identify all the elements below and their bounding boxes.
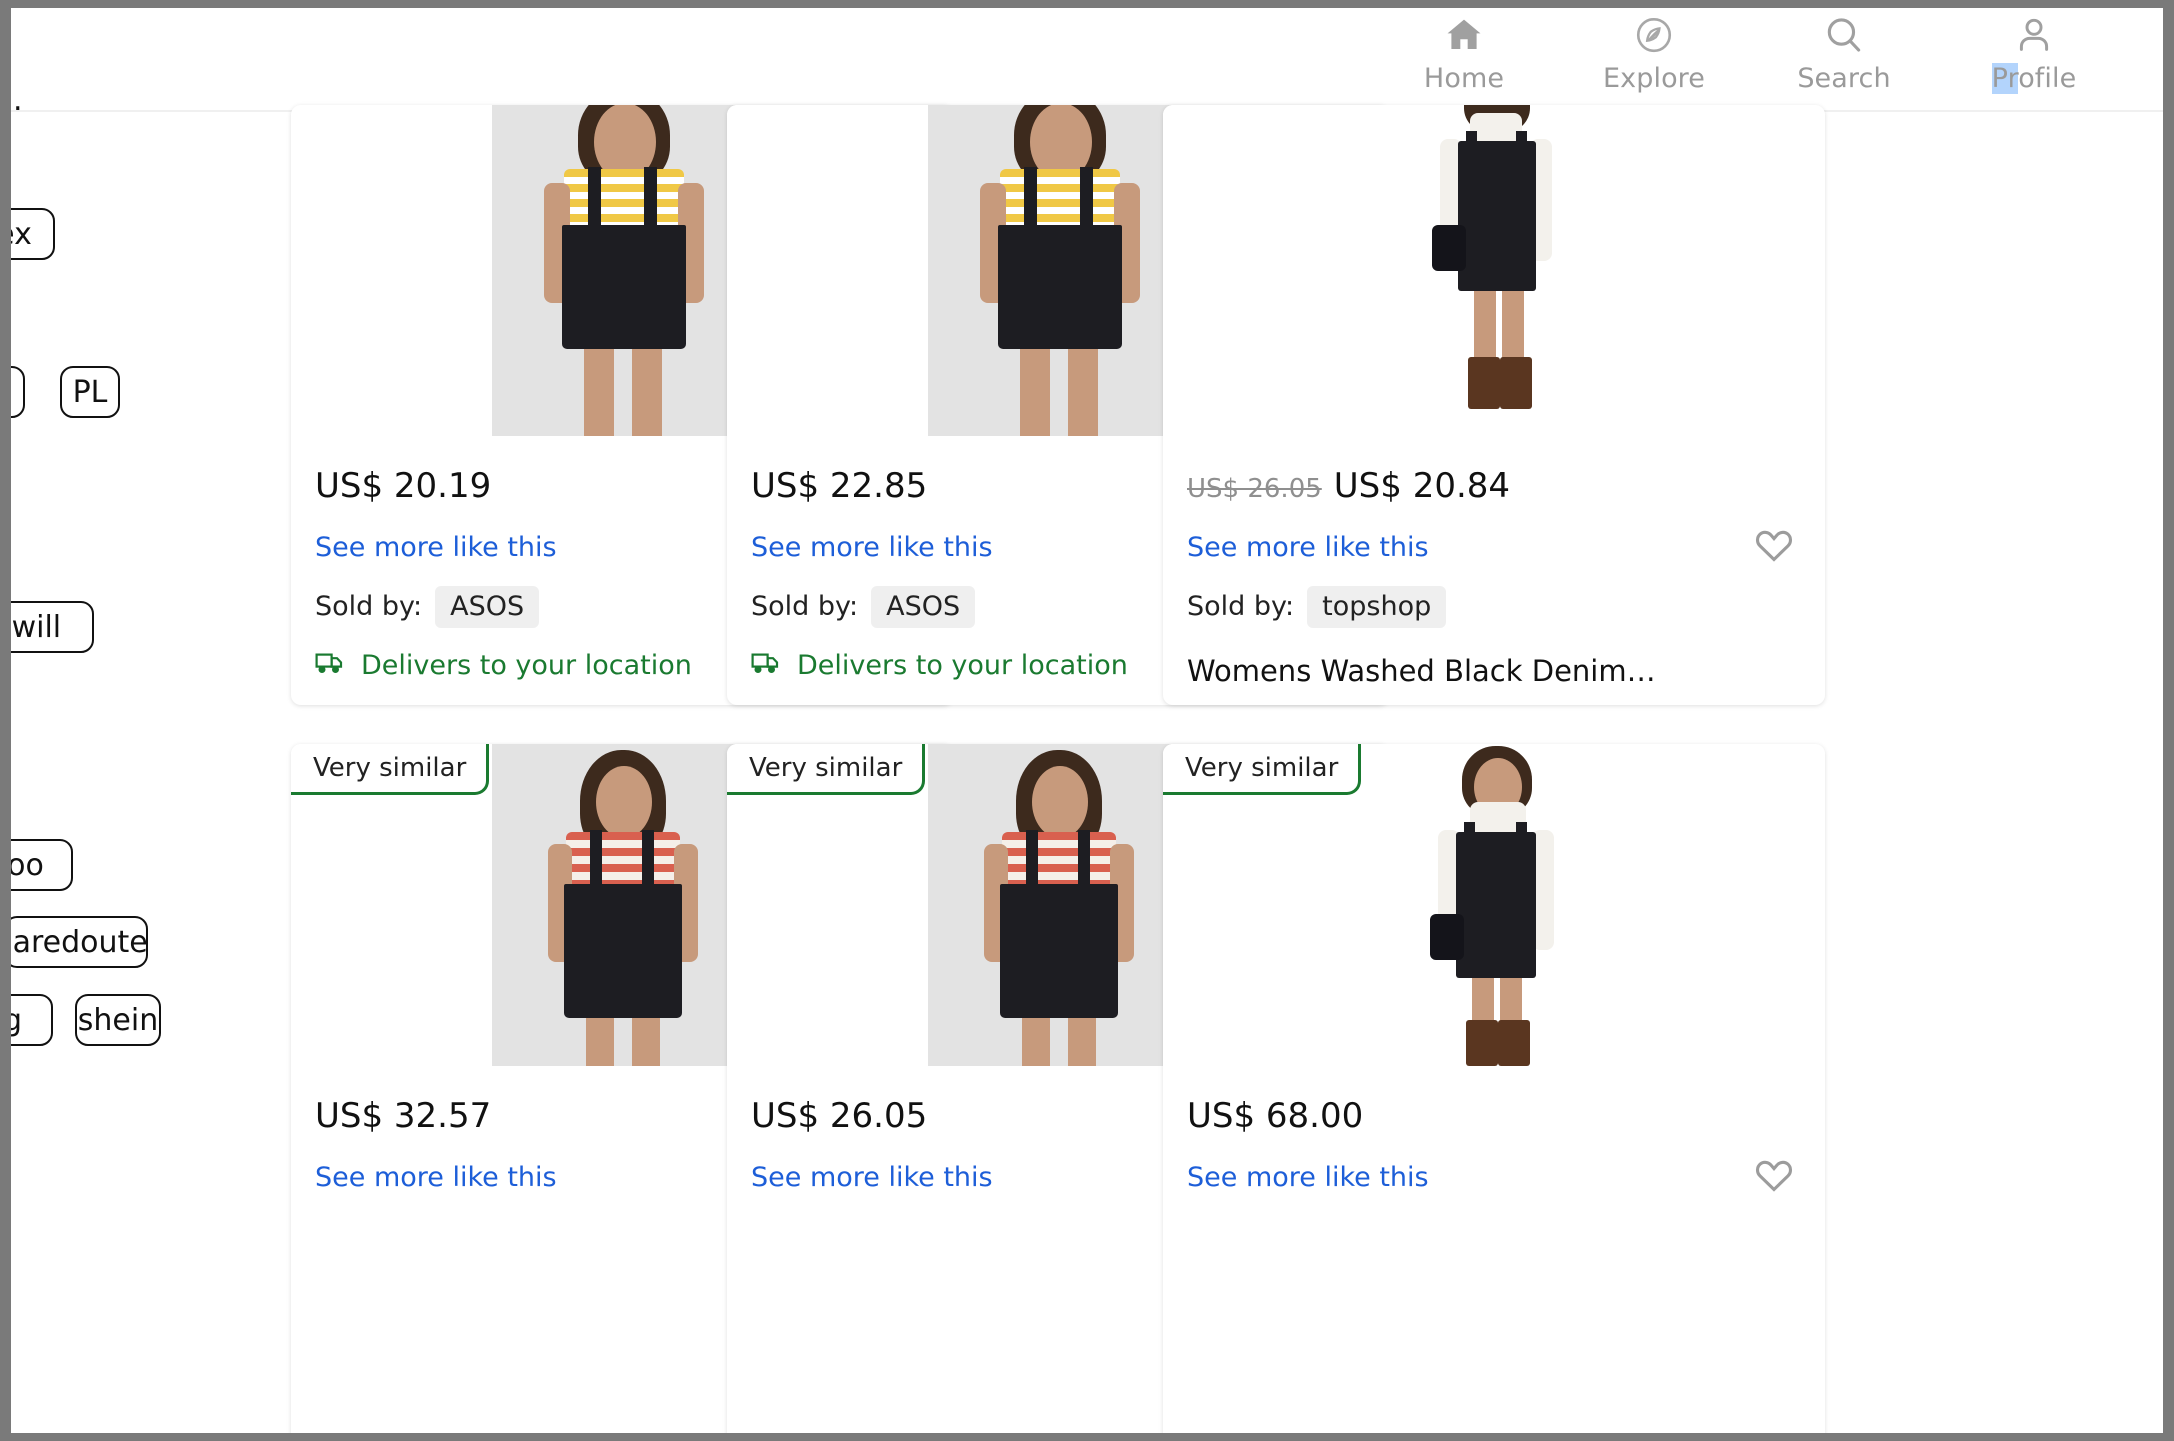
price-row: US$ 26.05 US$ 20.84 [1187, 466, 1801, 506]
delivery-text: Delivers to your location [797, 649, 1128, 681]
product-photo-2 [928, 105, 1188, 436]
nav-item-explore[interactable]: Explore [1559, 12, 1749, 92]
heart-outline-icon[interactable] [1753, 1156, 1795, 1198]
product-info: US$ 68.00 See more like this [1163, 1066, 1825, 1198]
price: US$ 20.19 [315, 466, 492, 506]
product-image[interactable] [1163, 105, 1825, 436]
person-icon [2013, 12, 2055, 58]
very-similar-badge: Very similar [291, 744, 490, 795]
price: US$ 32.57 [315, 1096, 492, 1136]
heart-outline-icon[interactable] [1753, 526, 1795, 568]
top-navigation-bar: Home Explore Search Profile [11, 8, 2163, 112]
product-photo-1 [492, 105, 752, 436]
home-icon [1443, 12, 1485, 58]
see-more-like-this-link[interactable]: See more like this [751, 1164, 993, 1191]
seller-name[interactable]: ASOS [871, 586, 976, 628]
profile-label-selected-part: Pr [1991, 63, 2019, 94]
nav-item-home[interactable]: Home [1369, 12, 1559, 92]
price: US$ 22.85 [751, 466, 928, 506]
filter-chip-shein[interactable]: shein [75, 994, 161, 1046]
delivery-truck-icon [315, 651, 345, 679]
see-more-like-this-link[interactable]: See more like this [1187, 1164, 1429, 1191]
product-image[interactable]: Very similar [1163, 744, 1825, 1066]
seller-name[interactable]: topshop [1307, 586, 1447, 628]
compass-icon [1633, 12, 1675, 58]
search-icon [1822, 12, 1866, 58]
product-card[interactable]: Very similar [1163, 744, 1825, 1433]
sold-by-label: Sold by: [751, 591, 859, 623]
very-similar-badge: Very similar [727, 744, 926, 795]
sold-by-label: Sold by: [1187, 591, 1295, 623]
product-title[interactable]: Womens Washed Black Denim… [1187, 654, 1801, 688]
nav-item-profile[interactable]: Profile [1939, 12, 2129, 94]
filter-chip-boohoo[interactable]: hoo [11, 839, 73, 891]
nav-label-profile: Profile [1991, 63, 2077, 94]
product-photo-4 [492, 744, 752, 1066]
filter-chip-ex[interactable]: ex [11, 208, 55, 260]
sold-by-label: Sold by: [315, 591, 423, 623]
seller-name[interactable]: ASOS [435, 586, 540, 628]
price: US$ 68.00 [1187, 1096, 1364, 1136]
see-more-row: See more like this [1187, 526, 1801, 568]
filter-chip-pl[interactable]: PL [60, 366, 120, 418]
filter-chip-ng[interactable]: ng [11, 994, 53, 1046]
delivery-truck-icon [751, 651, 781, 679]
see-more-row: See more like this [1187, 1156, 1801, 1198]
product-photo-6 [1364, 744, 1624, 1066]
product-photo-5 [928, 744, 1188, 1066]
see-more-like-this-link[interactable]: See more like this [315, 1164, 557, 1191]
nav-label-search: Search [1797, 63, 1891, 94]
original-price: US$ 26.05 [1187, 474, 1322, 504]
profile-label-rest: ofile [2018, 63, 2077, 94]
filter-chip-l[interactable]: L [11, 366, 25, 418]
browser-window: Home Explore Search Profile . x PL will … [11, 8, 2163, 1433]
see-more-like-this-link[interactable]: See more like this [315, 534, 557, 561]
very-similar-badge: Very similar [1163, 744, 1362, 795]
price: US$ 20.84 [1333, 466, 1511, 506]
nav-label-home: Home [1423, 63, 1505, 94]
nav-label-explore: Explore [1602, 63, 1706, 94]
product-photo-3 [1364, 105, 1624, 436]
see-more-like-this-link[interactable]: See more like this [1187, 534, 1429, 561]
filter-chip-laredoute[interactable]: laredoute [11, 916, 148, 968]
product-info: US$ 26.05 US$ 20.84 See more like this S… [1163, 436, 1825, 688]
nav-item-search[interactable]: Search [1749, 12, 1939, 92]
filter-chips-panel: ex L PL e twill hoo laredoute ng shein [11, 112, 281, 1433]
nav-items: Home Explore Search Profile [1369, 12, 2129, 94]
see-more-like-this-link[interactable]: See more like this [751, 534, 993, 561]
product-card[interactable]: US$ 26.05 US$ 20.84 See more like this S… [1163, 105, 1825, 705]
price-row: US$ 68.00 [1187, 1096, 1801, 1136]
filter-chip-twill[interactable]: e twill [11, 601, 94, 653]
price: US$ 26.05 [751, 1096, 928, 1136]
delivery-text: Delivers to your location [361, 649, 692, 681]
product-grid: US$ 20.19 See more like this Sold by: AS… [279, 105, 2163, 1433]
sold-by-row: Sold by: topshop [1187, 586, 1801, 628]
